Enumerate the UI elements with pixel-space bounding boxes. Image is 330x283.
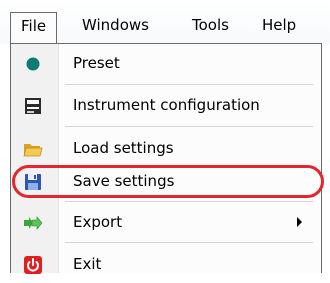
menu-item-exit-label: Exit — [73, 255, 102, 273]
power-icon — [24, 256, 42, 274]
menu-item-export[interactable]: Export — [11, 204, 322, 241]
menu-tools[interactable]: Tools — [182, 12, 239, 42]
separator — [65, 84, 313, 85]
submenu-arrow-icon — [297, 217, 302, 227]
separator — [65, 126, 313, 127]
folder-open-icon — [23, 144, 43, 157]
menu-windows-label: Windows — [82, 16, 149, 34]
menu-help-label: Help — [262, 16, 297, 34]
file-menu-dropdown: Preset Instrument configuration Load set… — [10, 43, 322, 274]
menu-bar: File Windows Tools Help — [0, 0, 330, 45]
menu-item-exit[interactable]: Exit — [11, 246, 322, 283]
menu-item-instrument-configuration[interactable]: Instrument configuration — [11, 87, 322, 124]
menu-windows[interactable]: Windows — [72, 12, 159, 42]
floppy-disk-icon — [25, 174, 41, 190]
instrument-config-icon — [25, 98, 41, 114]
menu-file-label: File — [21, 17, 47, 35]
menu-item-save-settings-label: Save settings — [73, 172, 175, 190]
menu-item-save-settings[interactable]: Save settings — [11, 163, 322, 200]
menu-tools-label: Tools — [192, 16, 229, 34]
menu-item-load-settings-label: Load settings — [73, 139, 174, 157]
menu-item-export-label: Export — [73, 213, 123, 231]
separator — [65, 242, 313, 243]
preset-dot-icon — [26, 57, 40, 71]
export-arrows-icon — [24, 216, 43, 230]
menu-item-load-settings[interactable]: Load settings — [11, 130, 322, 167]
menu-item-preset-label: Preset — [73, 54, 120, 72]
menu-help[interactable]: Help — [252, 12, 306, 42]
menu-item-instrument-configuration-label: Instrument configuration — [73, 96, 260, 114]
separator — [65, 201, 313, 202]
menu-file[interactable]: File — [10, 12, 58, 45]
menu-item-preset[interactable]: Preset — [11, 45, 322, 82]
